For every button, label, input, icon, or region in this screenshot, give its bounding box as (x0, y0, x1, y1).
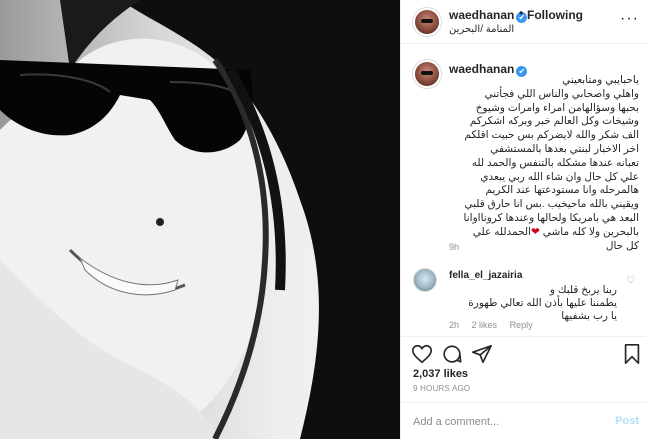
photo-illustration (0, 0, 400, 439)
comment-likes[interactable]: 2 likes (472, 320, 498, 330)
add-comment-bar: Post (401, 402, 646, 439)
post-comment-button[interactable]: Post (615, 415, 639, 427)
likes-count[interactable]: 2,037 likes (413, 368, 468, 380)
caption-author-avatar[interactable] (413, 60, 441, 88)
share-icon[interactable] (471, 343, 493, 365)
heart-icon[interactable] (411, 343, 433, 365)
comment-input[interactable] (413, 413, 593, 431)
post-header: waedhanan ✔ • Following المنامة /البحرين … (401, 0, 646, 44)
location-link[interactable]: المنامة /البحرين (449, 24, 514, 35)
comment-icon[interactable] (441, 343, 463, 365)
post-photo[interactable] (0, 0, 400, 439)
commenter-username[interactable]: fella_el_jazairia (449, 270, 522, 281)
bookmark-icon[interactable] (621, 343, 643, 365)
commenter-avatar[interactable] (413, 268, 437, 292)
author-avatar[interactable] (413, 8, 441, 36)
red-heart-emoji: ❤ (531, 225, 540, 238)
post-timestamp: 9 HOURS AGO (413, 384, 471, 393)
separator-dot: • (519, 6, 524, 20)
caption-timestamp: 9h (449, 242, 460, 252)
caption-text: ياحبايبي ومتابعيني واهلي واصحابي والناس … (463, 74, 639, 252)
post-details-panel: waedhanan ✔ • Following المنامة /البحرين … (400, 0, 646, 439)
following-button[interactable]: Following (527, 8, 583, 22)
action-bar (401, 336, 646, 368)
more-icon[interactable]: ··· (620, 10, 639, 28)
comment-time: 2h (449, 320, 460, 330)
comment-meta: 2h 2 likes Reply (449, 320, 543, 330)
comments-area[interactable]: waedhanan ✔ ياحبايبي ومتابعيني واهلي واصح… (401, 52, 646, 332)
comment-like-icon[interactable]: ♡ (626, 275, 635, 286)
author-username[interactable]: waedhanan ✔ (449, 8, 528, 23)
comment-text: ربنا يربخ قلبك و يطمننا عليها بأذن الله … (468, 284, 617, 322)
reply-button[interactable]: Reply (510, 320, 533, 330)
